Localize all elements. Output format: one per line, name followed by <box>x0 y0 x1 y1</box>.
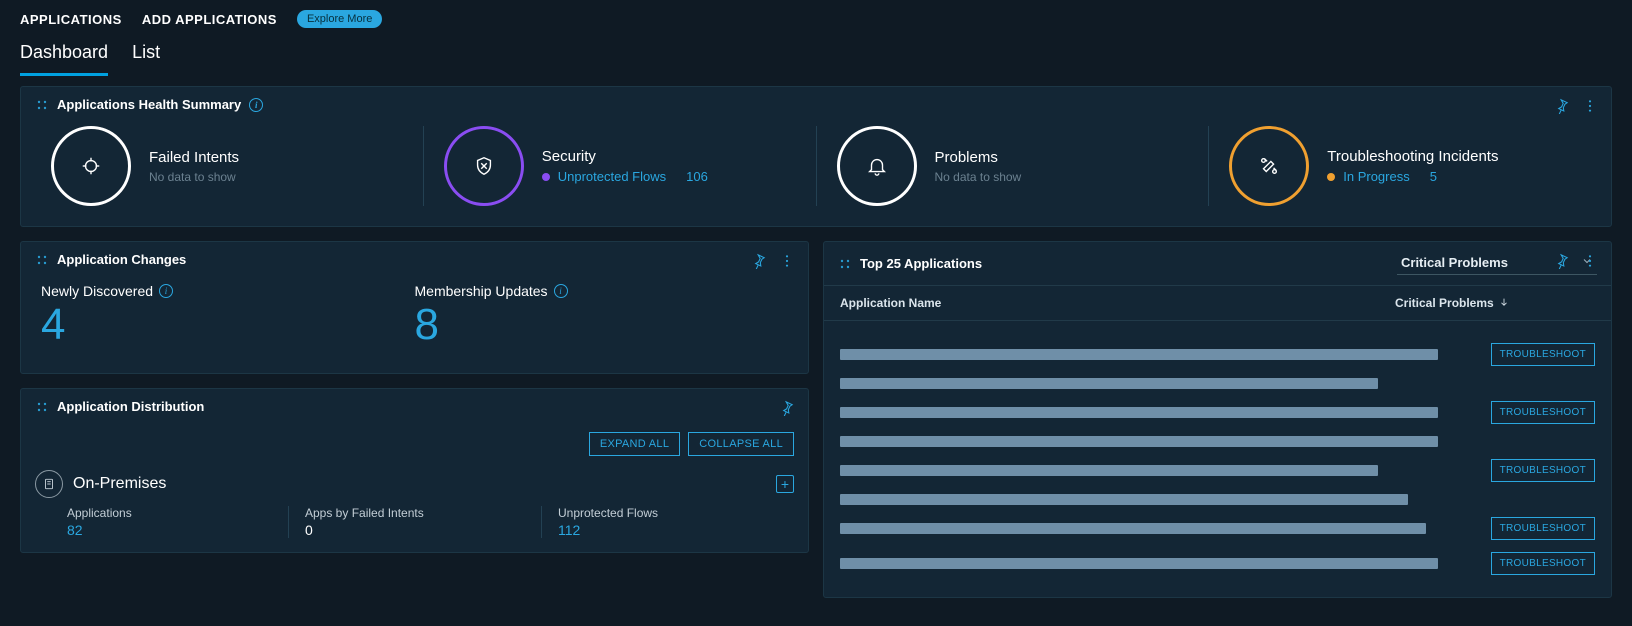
health-title: Failed Intents <box>149 149 239 166</box>
panel-title: Applications Health Summary <box>57 97 241 112</box>
col-label: Critical Problems <box>1395 296 1494 310</box>
panel-title: Application Changes <box>57 252 186 267</box>
info-icon[interactable]: i <box>159 284 173 298</box>
health-sub: No data to show <box>935 170 1022 184</box>
metric-label: Membership Updates <box>415 283 548 299</box>
panel-title: Application Distribution <box>57 399 204 414</box>
drag-handle-icon[interactable] <box>35 400 49 414</box>
panel-top-apps: Top 25 Applications Critical Problems <box>823 241 1612 598</box>
troubleshoot-button[interactable]: TROUBLESHOOT <box>1491 459 1595 482</box>
more-icon[interactable] <box>774 248 800 274</box>
col-critical-problems[interactable]: Critical Problems <box>1395 296 1595 310</box>
table-row: TROUBLESHOOT <box>840 459 1595 482</box>
legend-dot-icon <box>1327 173 1335 181</box>
health-failed-intents: Failed Intents No data to show <box>31 126 423 206</box>
failed-intents-count: 0 <box>305 522 525 538</box>
bar <box>840 407 1438 418</box>
applications-count-link[interactable]: 82 <box>67 522 272 538</box>
bar <box>840 436 1438 447</box>
health-sub: No data to show <box>149 170 239 184</box>
troubleshoot-button[interactable]: TROUBLESHOOT <box>1491 401 1595 424</box>
primary-nav: APPLICATIONS ADD APPLICATIONS Explore Mo… <box>0 0 1632 28</box>
col-application-name[interactable]: Application Name <box>840 296 1395 310</box>
more-icon[interactable] <box>1577 93 1603 119</box>
metric-label: Newly Discovered <box>41 283 153 299</box>
health-title: Problems <box>935 149 1022 166</box>
tab-dashboard[interactable]: Dashboard <box>20 42 108 76</box>
pin-icon[interactable] <box>1549 93 1575 119</box>
health-problems: Problems No data to show <box>816 126 1209 206</box>
bar <box>840 494 1408 505</box>
expand-all-button[interactable]: EXPAND ALL <box>589 432 680 456</box>
bar <box>840 558 1438 569</box>
table-row <box>840 378 1595 389</box>
bar <box>840 378 1378 389</box>
health-security: Security Unprotected Flows 106 <box>423 126 816 206</box>
nav-add-applications[interactable]: ADD APPLICATIONS <box>142 12 277 27</box>
filter-label: Critical Problems <box>1401 255 1508 270</box>
table-row <box>840 494 1595 505</box>
bar <box>840 523 1426 534</box>
group-title: On-Premises <box>73 475 166 493</box>
explore-more-pill[interactable]: Explore More <box>297 10 382 28</box>
pin-icon[interactable] <box>746 248 772 274</box>
bell-icon <box>837 126 917 206</box>
unprotected-flows-count[interactable]: 106 <box>686 169 708 184</box>
troubleshoot-button[interactable]: TROUBLESHOOT <box>1491 552 1595 575</box>
legend-dot-icon <box>542 173 550 181</box>
table-row: TROUBLESHOOT <box>840 517 1595 540</box>
nav-applications[interactable]: APPLICATIONS <box>20 12 122 27</box>
health-title: Troubleshooting Incidents <box>1327 148 1498 165</box>
unprotected-flows-link[interactable]: Unprotected Flows <box>558 169 666 184</box>
newly-discovered-value[interactable]: 4 <box>41 303 415 347</box>
in-progress-count[interactable]: 5 <box>1430 169 1437 184</box>
troubleshoot-button[interactable]: TROUBLESHOOT <box>1491 517 1595 540</box>
pin-icon[interactable] <box>774 395 800 421</box>
table-row: TROUBLESHOOT <box>840 343 1595 366</box>
info-icon[interactable]: i <box>554 284 568 298</box>
bar <box>840 465 1378 476</box>
troubleshoot-button[interactable]: TROUBLESHOOT <box>1491 343 1595 366</box>
shield-icon <box>444 126 524 206</box>
health-title: Security <box>542 148 708 165</box>
collapse-all-button[interactable]: COLLAPSE ALL <box>688 432 794 456</box>
datacenter-icon <box>35 470 63 498</box>
drag-handle-icon[interactable] <box>35 98 49 112</box>
membership-updates-value[interactable]: 8 <box>415 303 789 347</box>
sub-tabs: Dashboard List <box>0 28 1632 76</box>
table-row: TROUBLESHOOT <box>840 552 1595 575</box>
table-row <box>840 436 1595 447</box>
stat-label: Apps by Failed Intents <box>305 506 525 520</box>
panel-title: Top 25 Applications <box>860 256 982 271</box>
tab-list[interactable]: List <box>132 42 160 76</box>
info-icon[interactable]: i <box>249 98 263 112</box>
target-icon <box>51 126 131 206</box>
health-troubleshooting: Troubleshooting Incidents In Progress 5 <box>1208 126 1601 206</box>
panel-app-distribution: Application Distribution EXPAND ALL COLL… <box>20 388 809 553</box>
pin-icon[interactable] <box>1549 248 1575 274</box>
stat-label: Applications <box>67 506 272 520</box>
bar <box>840 349 1438 360</box>
drag-handle-icon[interactable] <box>35 253 49 267</box>
panel-app-changes: Application Changes Newly Discovered i <box>20 241 809 374</box>
panel-health-summary: Applications Health Summary i Failed Int… <box>20 86 1612 227</box>
drag-handle-icon[interactable] <box>838 257 852 271</box>
in-progress-link[interactable]: In Progress <box>1343 169 1409 184</box>
unprotected-flows-link[interactable]: 112 <box>558 522 778 538</box>
stat-label: Unprotected Flows <box>558 506 778 520</box>
sort-desc-icon <box>1499 296 1509 310</box>
tools-icon <box>1229 126 1309 206</box>
add-button[interactable]: + <box>776 475 794 493</box>
table-row: TROUBLESHOOT <box>840 401 1595 424</box>
more-icon[interactable] <box>1577 248 1603 274</box>
